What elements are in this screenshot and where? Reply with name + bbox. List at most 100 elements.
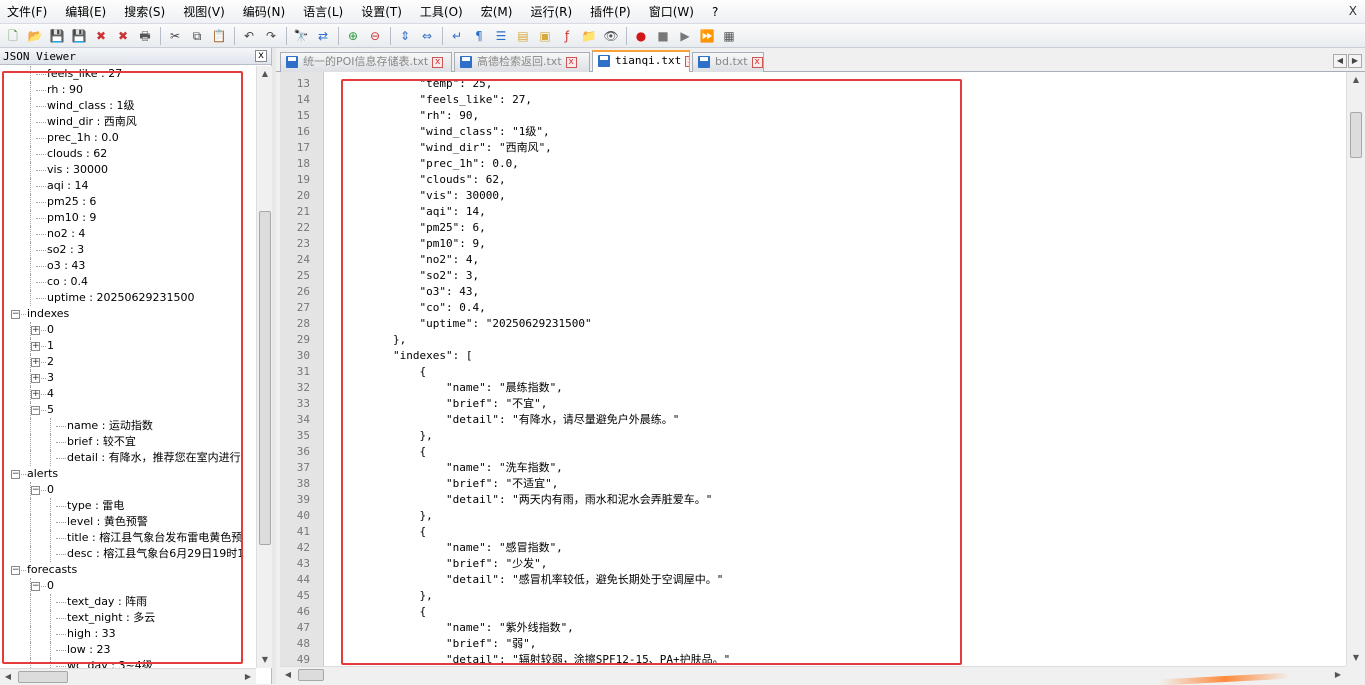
tree-node[interactable]: level : 黄色预警 [67,514,148,530]
editor-scroll-up-icon[interactable]: ▲ [1348,72,1364,88]
open-file-icon[interactable]: 📂 [26,27,44,45]
tree-vertical-scrollbar[interactable]: ▲ ▼ [256,66,272,668]
code-line[interactable]: "pm25": 6, [340,220,485,236]
json-viewer-close-button[interactable]: x [255,50,267,62]
code-line[interactable]: "name": "洗车指数", [340,460,563,476]
editor-vertical-scrollbar[interactable]: ▲ ▼ [1346,72,1365,666]
code-line[interactable]: "indexes": [ [340,348,472,364]
menu-close-button[interactable]: X [1349,4,1357,18]
close-icon[interactable]: ✖ [92,27,110,45]
panel-splitter[interactable] [272,48,276,684]
tab-scroll-right-icon[interactable]: ▶ [1348,54,1362,68]
code-line[interactable]: "co": 0.4, [340,300,485,316]
tab-close-icon[interactable]: x [751,56,763,68]
record-macro-icon[interactable]: ● [632,27,650,45]
code-line[interactable]: "brief": "弱", [340,636,536,652]
tree-node[interactable]: text_day : 阵雨 [67,594,147,610]
code-line[interactable]: "uptime": "20250629231500" [340,316,591,332]
replace-icon[interactable]: ⇄ [314,27,332,45]
expand-icon[interactable]: + [31,390,40,399]
code-editor[interactable]: 13 "temp": 25, 14 "feels_like": 27, 15 "rh… [280,72,1365,666]
code-line[interactable]: "o3": 43, [340,284,479,300]
tab-0[interactable]: 统一的POI信息存储表.txt x [280,52,452,72]
code-line[interactable]: "wind_class": "1级", [340,124,549,140]
tree-node[interactable]: 0 [47,322,54,338]
tree-node[interactable]: prec_1h : 0.0 [47,130,119,146]
collapse-icon[interactable]: − [31,406,40,415]
sync-horizontal-icon[interactable]: ⇔ [418,27,436,45]
code-line[interactable]: "detail": "辐射较弱，涂擦SPF12-15、PA+护肤品。" [340,652,730,666]
redo-icon[interactable]: ↷ [262,27,280,45]
code-line[interactable]: { [340,444,426,460]
tree-horizontal-scrollbar[interactable]: ◀ ▶ [0,668,256,684]
tree-node[interactable]: brief : 较不宜 [67,434,136,450]
expand-icon[interactable]: + [31,326,40,335]
tree-node[interactable]: title : 榕江县气象台发布雷电黄色预 [67,530,242,546]
collapse-icon[interactable]: − [11,566,20,575]
tree-node[interactable]: 4 [47,386,54,402]
code-line[interactable]: "detail": "有降水，请尽量避免户外晨练。" [340,412,679,428]
tab-close-icon[interactable]: x [685,55,689,67]
tree-node[interactable]: indexes [27,306,69,322]
run-macro-multiple-icon[interactable]: ⏩ [698,27,716,45]
tree-node[interactable]: 2 [47,354,54,370]
tree-node[interactable]: clouds : 62 [47,146,107,162]
save-icon[interactable]: 💾 [48,27,66,45]
close-all-icon[interactable]: ✖ [114,27,132,45]
code-line[interactable]: "aqi": 14, [340,204,485,220]
tree-node[interactable]: uptime : 20250629231500 [47,290,195,306]
tree-node[interactable]: alerts [27,466,58,482]
code-line[interactable]: }, [340,332,406,348]
tree-node[interactable]: vis : 30000 [47,162,108,178]
menu-item-3[interactable]: 视图(V) [180,3,228,20]
code-line[interactable]: "name": "感冒指数", [340,540,563,556]
tab-1[interactable]: 高德检索返回.txt x [454,52,590,72]
tree-node[interactable]: low : 23 [67,642,110,658]
code-line[interactable]: "name": "晨练指数", [340,380,563,396]
code-line[interactable]: }, [340,508,432,524]
code-line[interactable]: }, [340,428,432,444]
function-list-icon[interactable]: ƒ [558,27,576,45]
zoom-out-icon[interactable]: ⊖ [366,27,384,45]
tree-node[interactable]: 5 [47,402,54,418]
scroll-up-arrow-icon[interactable]: ▲ [257,66,273,82]
code-line[interactable]: "brief": "不适宜", [340,476,558,492]
menu-item-7[interactable]: 工具(O) [417,3,466,20]
code-line[interactable]: "temp": 25, [340,76,492,92]
collapse-icon[interactable]: − [31,486,40,495]
doc-map-icon[interactable]: ▣ [536,27,554,45]
show-all-chars-icon[interactable]: ¶ [470,27,488,45]
menu-item-1[interactable]: 编辑(E) [62,3,109,20]
find-icon[interactable]: 🔭 [292,27,310,45]
menu-item-5[interactable]: 语言(L) [300,3,346,20]
editor-scroll-thumb[interactable] [1350,112,1362,158]
tree-node[interactable]: type : 雷电 [67,498,124,514]
menu-item-12[interactable]: ? [709,5,721,19]
menu-item-8[interactable]: 宏(M) [478,3,516,20]
tree-node[interactable]: no2 : 4 [47,226,85,242]
tree-node[interactable]: so2 : 3 [47,242,84,258]
word-wrap-icon[interactable]: ↵ [448,27,466,45]
menu-item-6[interactable]: 设置(T) [358,3,405,20]
tree-hscroll-thumb[interactable] [18,671,68,683]
tree-node[interactable]: forecasts [27,562,77,578]
menu-item-2[interactable]: 搜索(S) [121,3,168,20]
tree-node[interactable]: 3 [47,370,54,386]
editor-hscroll-thumb[interactable] [298,669,324,681]
code-line[interactable]: "feels_like": 27, [340,92,532,108]
monitor-icon[interactable]: 👁 [602,27,620,45]
tree-node[interactable]: o3 : 43 [47,258,85,274]
sync-vertical-icon[interactable]: ⇕ [396,27,414,45]
tree-node[interactable]: 0 [47,578,54,594]
tree-node[interactable]: rh : 90 [47,82,83,98]
code-line[interactable]: "rh": 90, [340,108,479,124]
tree-node[interactable]: wc_day : 3~4级 [67,658,153,668]
code-line[interactable]: { [340,524,426,540]
stop-macro-icon[interactable]: ■ [654,27,672,45]
code-line[interactable]: "vis": 30000, [340,188,505,204]
tree-scroll-thumb[interactable] [259,211,271,545]
undo-icon[interactable]: ↶ [240,27,258,45]
tree-node[interactable]: 0 [47,482,54,498]
menu-item-10[interactable]: 插件(P) [587,3,634,20]
menu-item-0[interactable]: 文件(F) [4,3,50,20]
